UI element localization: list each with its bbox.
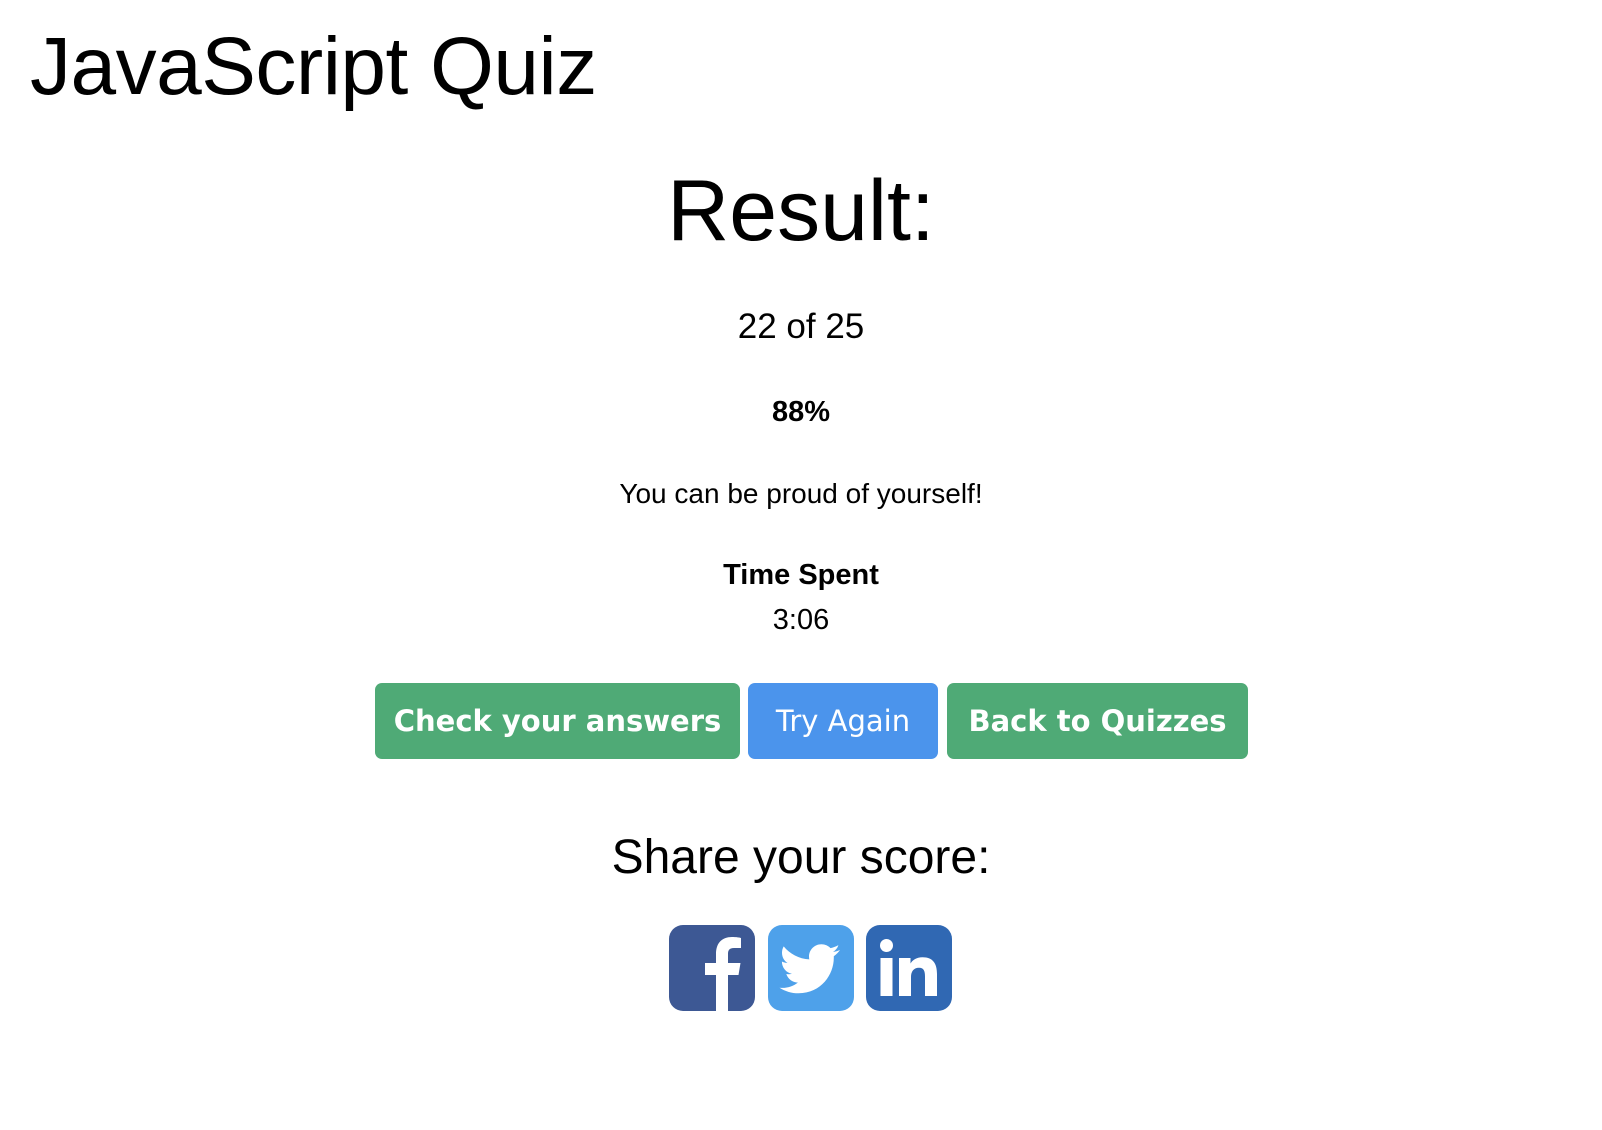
twitter-share-button[interactable]	[768, 925, 854, 1011]
twitter-icon	[779, 944, 840, 994]
facebook-icon	[705, 937, 741, 1011]
result-message: You can be proud of yourself!	[619, 478, 983, 509]
facebook-share-button[interactable]	[669, 925, 755, 1011]
back-to-quizzes-button[interactable]: Back to Quizzes	[947, 683, 1248, 759]
share-heading: Share your score:	[611, 831, 991, 884]
result-heading: Result:	[667, 163, 935, 259]
time-spent-label: Time Spent	[723, 559, 879, 591]
try-again-button[interactable]: Try Again	[748, 683, 938, 759]
score-percent: 88%	[771, 396, 831, 428]
score-text: 22 of 25	[737, 307, 865, 346]
linkedin-share-button[interactable]	[866, 925, 952, 1011]
linkedin-icon	[880, 939, 937, 996]
check-answers-button[interactable]: Check your answers	[375, 683, 740, 759]
page-title: JavaScript Quiz	[30, 21, 597, 112]
time-spent-value: 3:06	[772, 604, 830, 636]
